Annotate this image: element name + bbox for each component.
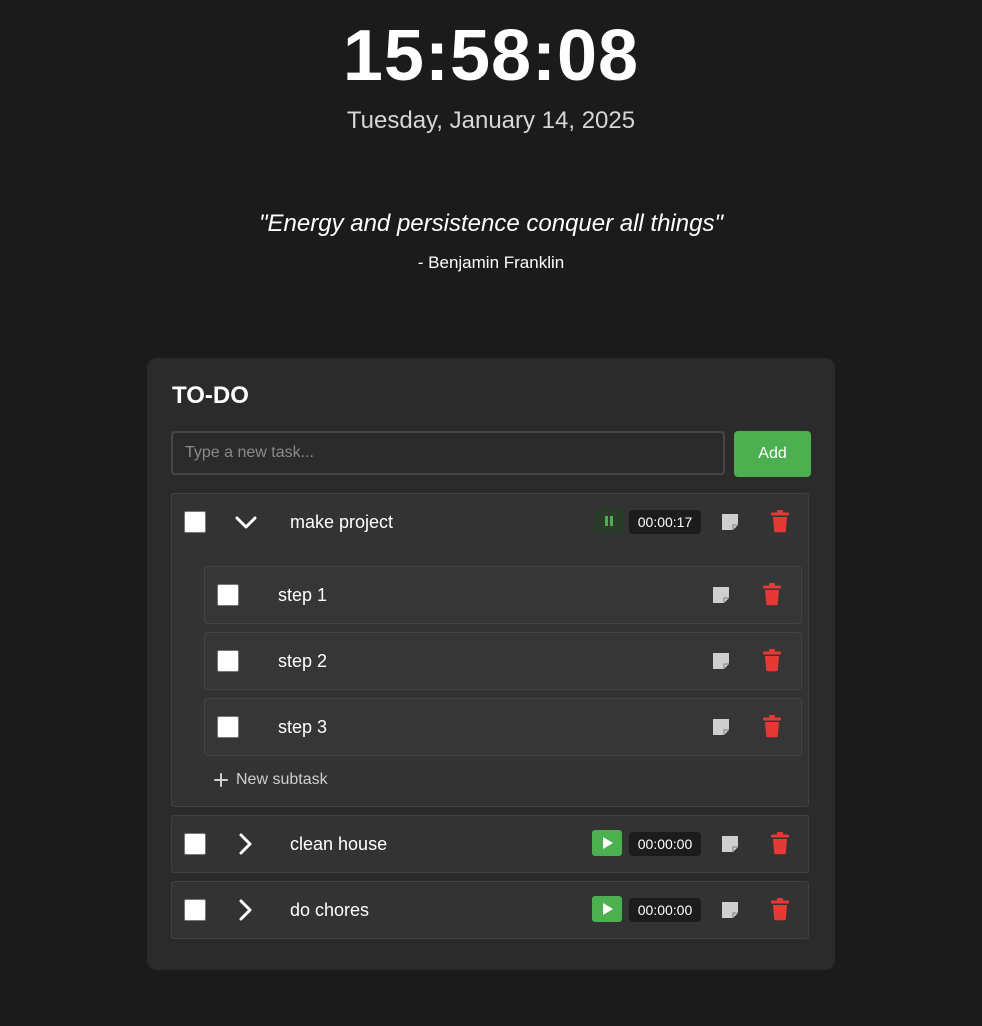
subtask-step-3: step 3 bbox=[204, 698, 802, 756]
start-timer-button[interactable] bbox=[592, 830, 622, 856]
clock-date: Tuesday, January 14, 2025 bbox=[346, 107, 636, 134]
trash-icon[interactable] bbox=[761, 714, 783, 738]
task-timer: 00:00:00 bbox=[629, 898, 701, 922]
note-icon[interactable] bbox=[710, 584, 732, 606]
todo-card: TO-DO Add make project 00:00:17 bbox=[147, 358, 835, 970]
play-icon bbox=[603, 837, 613, 849]
task-name[interactable]: do chores bbox=[290, 899, 369, 921]
trash-icon[interactable] bbox=[761, 582, 783, 606]
task-timer: 00:00:17 bbox=[629, 510, 701, 534]
todo-title: TO-DO bbox=[172, 382, 249, 409]
start-timer-button[interactable] bbox=[592, 896, 622, 922]
task-name[interactable]: make project bbox=[290, 511, 393, 533]
note-icon[interactable] bbox=[719, 899, 741, 921]
note-icon[interactable] bbox=[710, 650, 732, 672]
subtask-name[interactable]: step 1 bbox=[278, 584, 327, 606]
chevron-right-icon[interactable] bbox=[231, 830, 259, 858]
task-row: do chores 00:00:00 bbox=[172, 882, 808, 938]
pause-timer-button[interactable] bbox=[594, 508, 624, 534]
task-checkbox[interactable] bbox=[184, 511, 206, 533]
trash-icon[interactable] bbox=[769, 897, 791, 921]
clock-time: 15:58:08 bbox=[342, 16, 640, 96]
subtask-name[interactable]: step 3 bbox=[278, 716, 327, 738]
page: 15:58:08 Tuesday, January 14, 2025 "Ener… bbox=[0, 0, 982, 1026]
subtask-checkbox[interactable] bbox=[217, 650, 239, 672]
subtask-step-1: step 1 bbox=[204, 566, 802, 624]
subtask-checkbox[interactable] bbox=[217, 584, 239, 606]
task-timer: 00:00:00 bbox=[629, 832, 701, 856]
task-checkbox[interactable] bbox=[184, 899, 206, 921]
chevron-down-icon[interactable] bbox=[232, 508, 260, 536]
note-icon[interactable] bbox=[719, 833, 741, 855]
task-name[interactable]: clean house bbox=[290, 833, 387, 855]
task-row: clean house 00:00:00 bbox=[172, 816, 808, 872]
subtask-step-2: step 2 bbox=[204, 632, 802, 690]
trash-icon[interactable] bbox=[761, 648, 783, 672]
trash-icon[interactable] bbox=[769, 509, 791, 533]
new-task-input[interactable] bbox=[171, 431, 725, 475]
note-icon[interactable] bbox=[710, 716, 732, 738]
quote-author: - Benjamin Franklin bbox=[417, 253, 565, 272]
add-task-button[interactable]: Add bbox=[734, 431, 811, 477]
play-icon bbox=[603, 903, 613, 915]
note-icon[interactable] bbox=[719, 511, 741, 533]
new-subtask-label: New subtask bbox=[236, 771, 328, 788]
task-row: make project 00:00:17 bbox=[172, 494, 808, 550]
task-make-project: make project 00:00:17 step 1 step 2 step… bbox=[171, 493, 809, 807]
chevron-right-icon[interactable] bbox=[231, 896, 259, 924]
quote-text: "Energy and persistence conquer all thin… bbox=[259, 210, 723, 237]
subtask-name[interactable]: step 2 bbox=[278, 650, 327, 672]
new-subtask-button[interactable]: New subtask bbox=[214, 769, 328, 791]
pause-icon bbox=[605, 516, 613, 526]
subtask-checkbox[interactable] bbox=[217, 716, 239, 738]
plus-icon bbox=[214, 773, 228, 787]
task-checkbox[interactable] bbox=[184, 833, 206, 855]
task-clean-house: clean house 00:00:00 bbox=[171, 815, 809, 873]
trash-icon[interactable] bbox=[769, 831, 791, 855]
task-do-chores: do chores 00:00:00 bbox=[171, 881, 809, 939]
